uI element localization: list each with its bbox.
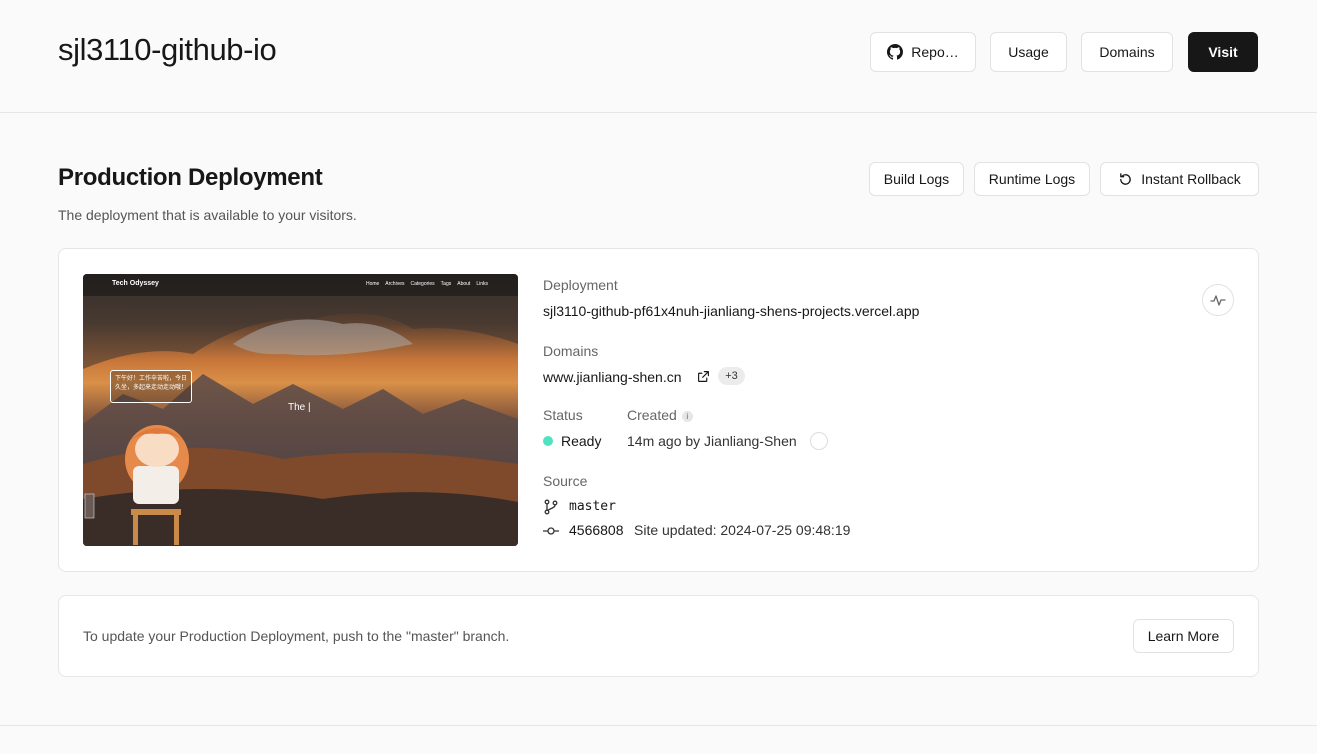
preview-nav-tags: Tags [440, 281, 452, 287]
info-icon[interactable]: i [681, 411, 693, 422]
created-label: Created i [627, 407, 693, 423]
created-label-text: Created [627, 407, 677, 423]
runtime-logs-button[interactable]: Runtime Logs [974, 162, 1090, 196]
usage-button[interactable]: Usage [990, 32, 1067, 72]
avatar[interactable] [810, 432, 828, 450]
preview-nav-links-item: Links [476, 281, 488, 287]
activity-button[interactable] [1202, 284, 1234, 316]
preview-nav-archives: Archives [385, 281, 405, 287]
created-value: 14m ago by Jianliang-Shen [627, 433, 797, 449]
external-link-icon[interactable] [697, 370, 710, 383]
rollback-label: Instant Rollback [1141, 171, 1241, 187]
build-logs-button[interactable]: Build Logs [869, 162, 964, 196]
deployment-preview[interactable]: Tech Odyssey Home Archives Categories Ta… [83, 274, 518, 546]
section-title: Production Deployment [58, 164, 323, 191]
domain-link[interactable]: www.jianliang-shen.cn [543, 369, 682, 385]
learn-more-button[interactable]: Learn More [1133, 619, 1234, 653]
repository-label: Repo… [911, 44, 959, 60]
activity-icon [1210, 295, 1226, 306]
more-domains-badge[interactable]: +3 [718, 367, 745, 385]
divider [0, 725, 1317, 726]
deployment-url-link[interactable]: sjl3110-github-pf61x4nuh-jianliang-shens… [543, 303, 919, 319]
source-label: Source [543, 473, 588, 489]
rollback-icon [1120, 172, 1131, 185]
git-branch-icon [544, 499, 558, 515]
domains-label: Domains [543, 343, 599, 359]
project-title: sjl3110-github-io [58, 32, 277, 67]
preview-speech-bubble: 下午好！工作辛苦啦，今日久坐，多起来走动走动哦！ [110, 370, 192, 403]
commit-message: Site updated: 2024-07-25 09:48:19 [634, 522, 851, 538]
status-value: Ready [561, 433, 602, 449]
status-ready-dot [543, 436, 553, 446]
preview-navbar: Tech Odyssey Home Archives Categories Ta… [83, 274, 518, 296]
repository-button[interactable]: Repo… [870, 32, 976, 72]
commit-hash[interactable]: 4566808 [569, 522, 624, 538]
github-icon [887, 44, 904, 60]
preview-nav-links: Home Archives Categories Tags About Link… [366, 281, 488, 287]
branch-name[interactable]: master [569, 499, 616, 514]
section-subtitle: The deployment that is available to your… [58, 207, 357, 223]
git-commit-icon [543, 527, 559, 535]
notice-text: To update your Production Deployment, pu… [83, 628, 510, 644]
domains-button[interactable]: Domains [1081, 32, 1173, 72]
visit-button[interactable]: Visit [1188, 32, 1258, 72]
instant-rollback-button[interactable]: Instant Rollback [1100, 162, 1259, 196]
status-label: Status [543, 407, 583, 423]
preview-nav-about: About [457, 281, 471, 287]
preview-brand: Tech Odyssey [112, 280, 159, 287]
preview-typing-text: The | [288, 402, 311, 413]
deployment-label: Deployment [543, 277, 618, 293]
preview-nav-home: Home [365, 281, 380, 287]
project-header: sjl3110-github-io Repo… Usage Domains Vi… [0, 0, 1317, 113]
preview-nav-categories: Categories [410, 281, 435, 287]
